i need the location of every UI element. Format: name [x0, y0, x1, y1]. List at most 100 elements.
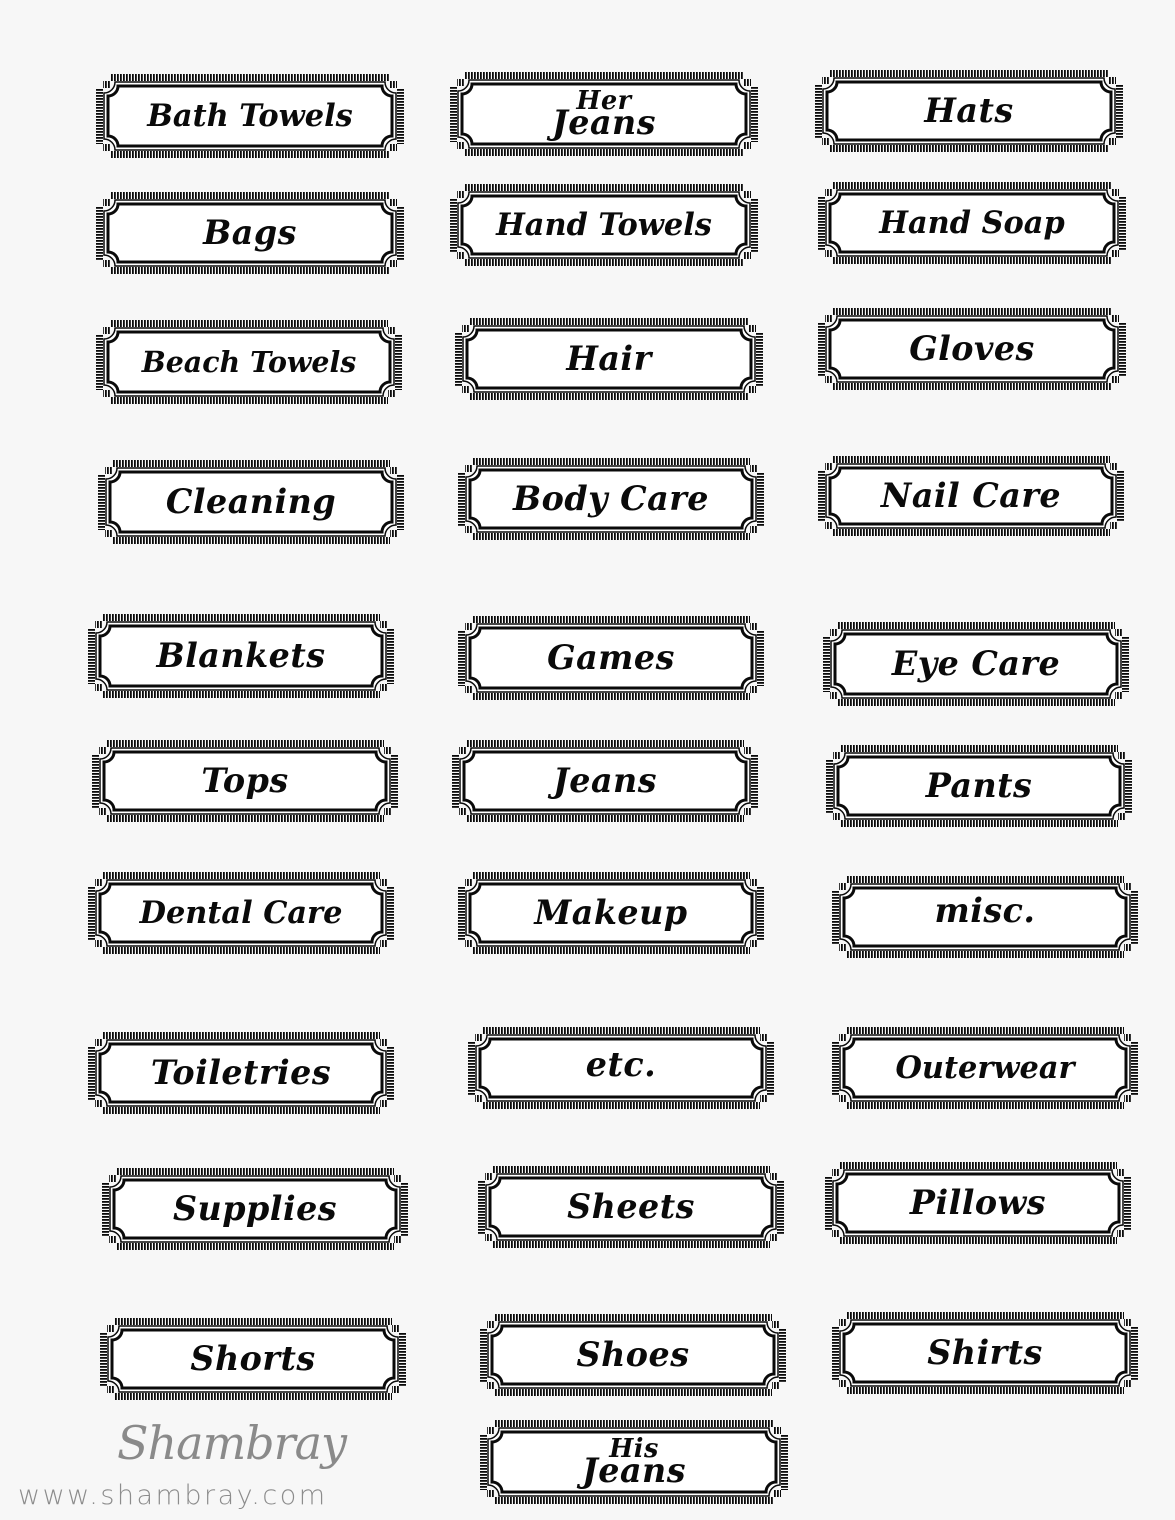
- label-text: Toiletries: [150, 1053, 332, 1093]
- frame-corner-stripe: [99, 747, 106, 754]
- label-her-jeans: Her Jeans: [450, 72, 758, 156]
- label-bags: Bags: [96, 192, 404, 274]
- frame-stripe-right: [756, 332, 763, 386]
- frame-corner-stripe: [485, 1173, 492, 1180]
- frame-stripe-right: [751, 86, 758, 142]
- frame-corner-stripe: [1109, 138, 1116, 145]
- frame-corner-stripe: [109, 1175, 116, 1182]
- frame-corner-stripe: [839, 944, 846, 951]
- frame-corner-stripe: [465, 686, 472, 693]
- frame-stripe-right: [397, 206, 404, 260]
- frame-corner-stripe: [475, 1095, 482, 1102]
- frame-corner-stripe: [487, 1321, 494, 1328]
- frame-corner-stripe: [380, 684, 387, 691]
- frame-corner-stripe: [390, 199, 397, 206]
- frame-corner-stripe: [839, 1319, 846, 1326]
- frame-corner-stripe: [105, 467, 112, 474]
- frame-stripe-right: [1116, 84, 1123, 138]
- frame-corner-stripe: [394, 1175, 401, 1182]
- frame-stripe-right: [395, 334, 402, 390]
- frame-stripe-left: [450, 198, 457, 252]
- frame-stripe-left: [458, 630, 465, 686]
- frame-corner-stripe: [1117, 1169, 1124, 1176]
- frame-stripe-right: [1119, 322, 1126, 376]
- label-text: Hats: [924, 91, 1014, 131]
- label-text-line2: Jeans: [581, 1451, 687, 1492]
- frame-corner-stripe: [830, 629, 837, 636]
- frame-corner-stripe: [832, 1230, 839, 1237]
- frame-corner-stripe: [95, 1039, 102, 1046]
- label-supplies: Supplies: [102, 1168, 408, 1250]
- frame-stripe-left: [102, 1182, 109, 1236]
- frame-corner-stripe: [105, 530, 112, 537]
- frame-corner-stripe: [749, 325, 756, 332]
- label-text-line2: Jeans: [551, 103, 657, 144]
- label-pants: Pants: [826, 745, 1132, 827]
- label-jeans: Jeans: [452, 740, 758, 822]
- frame-corner-stripe: [830, 692, 837, 699]
- frame-stripe-left: [458, 472, 465, 526]
- frame-corner-stripe: [833, 813, 840, 820]
- frame-corner-stripe: [772, 1382, 779, 1389]
- frame-corner-stripe: [749, 386, 756, 393]
- frame-corner-stripe: [457, 252, 464, 259]
- label-body-care: Body Care: [458, 458, 764, 540]
- frame-corner-stripe: [384, 747, 391, 754]
- frame-corner-stripe: [839, 1034, 846, 1041]
- frame-corner-stripe: [1112, 376, 1119, 383]
- frame-stripe-right: [387, 1046, 394, 1100]
- frame-corner-stripe: [750, 879, 757, 886]
- frame-stripe-left: [832, 890, 839, 944]
- frame-corner-stripe: [459, 808, 466, 815]
- frame-stripe-right: [387, 886, 394, 940]
- frame-corner-stripe: [744, 808, 751, 815]
- label-text: Hand Soap: [879, 204, 1065, 241]
- label-text: Gloves: [909, 329, 1035, 369]
- frame-corner-stripe: [103, 144, 110, 151]
- frame-corner-stripe: [833, 752, 840, 759]
- label-etc: etc.: [468, 1027, 774, 1109]
- label-hand-soap: Hand Soap: [818, 182, 1126, 264]
- frame-corner-stripe: [394, 1236, 401, 1243]
- frame-stripe-right: [1125, 759, 1132, 813]
- frame-stripe-left: [478, 1180, 485, 1234]
- frame-stripe-right: [757, 630, 764, 686]
- frame-corner-stripe: [487, 1490, 494, 1497]
- frame-corner-stripe: [390, 260, 397, 267]
- frame-stripe-right: [1131, 1326, 1138, 1380]
- frame-stripe-left: [832, 1041, 839, 1095]
- frame-corner-stripe: [95, 879, 102, 886]
- frame-stripe-left: [88, 1046, 95, 1100]
- frame-corner-stripe: [457, 191, 464, 198]
- frame-corner-stripe: [390, 144, 397, 151]
- frame-corner-stripe: [1124, 1380, 1131, 1387]
- label-text: Shoes: [576, 1335, 690, 1375]
- label-text: Nail Care: [880, 476, 1062, 516]
- frame-corner-stripe: [465, 526, 472, 533]
- frame-stripe-right: [757, 886, 764, 940]
- label-text: Eye Care: [891, 644, 1061, 684]
- frame-corner-stripe: [95, 1100, 102, 1107]
- label-shirts: Shirts: [832, 1312, 1138, 1394]
- frame-stripe-left: [98, 474, 105, 530]
- frame-stripe-left: [815, 84, 822, 138]
- label-text: Outerwear: [895, 1049, 1075, 1086]
- frame-stripe-left: [96, 88, 103, 144]
- frame-corner-stripe: [1124, 1319, 1131, 1326]
- frame-corner-stripe: [485, 1234, 492, 1241]
- frame-stripe-right: [767, 1041, 774, 1095]
- frame-stripe-right: [751, 754, 758, 808]
- label-hand-towels: Hand Towels: [450, 184, 758, 266]
- frame-stripe-right: [401, 1182, 408, 1236]
- label-nail-care: Nail Care: [818, 456, 1124, 536]
- label-gloves: Gloves: [818, 308, 1126, 390]
- frame-corner-stripe: [109, 1236, 116, 1243]
- label-makeup: Makeup: [458, 872, 764, 954]
- label-text: His Jeans: [497, 1420, 771, 1504]
- label-text: Her Jeans: [467, 72, 741, 156]
- watermark-url: www.shambray.com: [18, 1480, 328, 1511]
- frame-stripe-right: [1131, 1041, 1138, 1095]
- label-text: Bags: [203, 213, 297, 253]
- frame-corner-stripe: [95, 684, 102, 691]
- frame-corner-stripe: [475, 1034, 482, 1041]
